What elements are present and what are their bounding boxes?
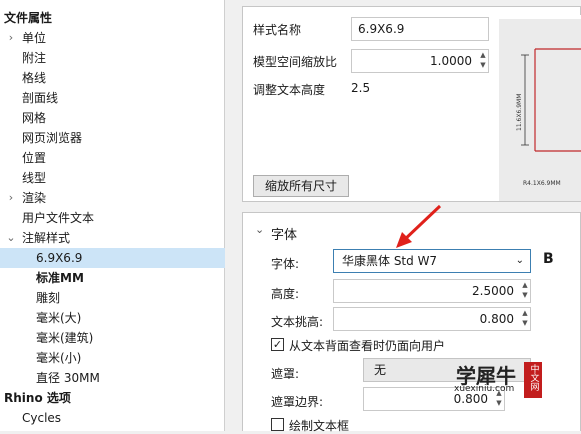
- tree-item-label: 网页浏览器: [22, 131, 83, 145]
- face-user-checkbox[interactable]: ✓: [271, 338, 284, 351]
- tree-item[interactable]: › 单位: [0, 28, 225, 48]
- watermark: 学犀牛 xuexiniu.com 中文网: [450, 360, 578, 400]
- mask-label: 遮罩:: [271, 367, 300, 381]
- tree-item-label: 雕刻: [36, 291, 61, 305]
- options-tree[interactable]: 文件属性 › 单位附注格线剖面线网格网页浏览器位置线型 › 渲染用户文件文本 ⌄ 注解样式 6…: [0, 0, 225, 431]
- model-scale-input[interactable]: 1.0000 ▲ ▼: [351, 49, 489, 73]
- tree-item-label: 毫米(大): [36, 311, 82, 325]
- preview-drawing: 11.6X6.9MM R4.1X6.9MM: [495, 15, 581, 201]
- settings-panel: 样式名称 6.9X6.9 模型空间缩放比 1.0000 ▲ ▼ 调整文本高度 2.…: [232, 0, 581, 433]
- watermark-url: xuexiniu.com: [454, 384, 515, 394]
- tree-item[interactable]: 6.9X6.9: [0, 248, 225, 268]
- tree-item[interactable]: 雕刻: [0, 288, 225, 308]
- tree-item[interactable]: 毫米(建筑): [0, 328, 225, 348]
- font-label: 字体:: [271, 257, 300, 271]
- font-select-value: 华康黑体 Std W7: [342, 254, 438, 268]
- chevron-down-icon: ⌄: [515, 255, 524, 266]
- text-raise-input[interactable]: 0.800 ▲ ▼: [333, 307, 531, 331]
- tree-item-label: 注解样式: [22, 231, 71, 245]
- tree-item[interactable]: 附注: [0, 48, 225, 68]
- tree-item-label: 直径 30MM: [36, 371, 100, 385]
- tree-item-label: Cycles: [22, 411, 62, 425]
- preview-dim-text-1: 11.6X6.9MM: [516, 94, 523, 131]
- tree-item[interactable]: 网格: [0, 108, 225, 128]
- tree-item[interactable]: 格线: [0, 68, 225, 88]
- tree-item-label: 剖面线: [22, 91, 59, 105]
- tree-item[interactable]: 用户文件文本: [0, 208, 225, 228]
- tree-item-label: 标准MM: [36, 271, 84, 285]
- annotation-arrow: [396, 204, 442, 248]
- tree-item-label: 网格: [22, 111, 47, 125]
- height-value: 2.5000: [472, 284, 514, 298]
- tree-item[interactable]: 毫米(小): [0, 348, 225, 368]
- height-label: 高度:: [271, 287, 300, 301]
- tree-item[interactable]: ⌄ 注解样式: [0, 228, 225, 248]
- style-card: 样式名称 6.9X6.9 模型空间缩放比 1.0000 ▲ ▼ 调整文本高度 2.…: [242, 6, 581, 202]
- adjust-text-height-label: 调整文本高度: [253, 83, 326, 97]
- tree-item-label: 文件属性: [4, 11, 53, 25]
- bold-toggle[interactable]: B: [543, 251, 554, 267]
- tree-item-label: 毫米(小): [36, 351, 82, 365]
- tree-item[interactable]: 毫米(大): [0, 308, 225, 328]
- tree-item[interactable]: 网页浏览器: [0, 128, 225, 148]
- tree-item[interactable]: › 渲染: [0, 188, 225, 208]
- tree-item-label: 6.9X6.9: [36, 251, 83, 265]
- style-name-value: 6.9X6.9: [358, 22, 405, 36]
- watermark-badge-text: 中文网: [528, 364, 539, 391]
- watermark-badge: 中文网: [524, 362, 542, 398]
- model-scale-label: 模型空间缩放比: [253, 55, 338, 69]
- tree-item[interactable]: 线型: [0, 168, 225, 188]
- tree-item[interactable]: 文件属性: [0, 8, 225, 28]
- tree-item[interactable]: 标准MM: [0, 268, 225, 288]
- face-user-label: 从文本背面查看时仍面向用户: [289, 339, 446, 353]
- chevron-right-icon[interactable]: ›: [6, 28, 16, 48]
- tree-item[interactable]: 位置: [0, 148, 225, 168]
- adjust-text-height-value: 2.5: [351, 81, 371, 95]
- chevron-down-icon[interactable]: ⌄: [6, 228, 16, 248]
- font-select[interactable]: 华康黑体 Std W7 ⌄: [333, 249, 531, 273]
- tree-item-label: 毫米(建筑): [36, 331, 94, 345]
- height-input[interactable]: 2.5000 ▲ ▼: [333, 279, 531, 303]
- preview-dim-text-2: R4.1X6.9MM: [523, 180, 561, 187]
- chevron-right-icon[interactable]: ›: [6, 188, 16, 208]
- tree-item-label: 用户文件文本: [22, 211, 95, 225]
- tree-item-label: Rhino 选项: [4, 391, 71, 405]
- draw-frame-label: 绘制文本框: [289, 419, 350, 433]
- tree-item[interactable]: Cycles: [0, 408, 225, 428]
- tree-item-label: 位置: [22, 151, 47, 165]
- tree-item-label: 附注: [22, 51, 47, 65]
- height-spinner[interactable]: ▲ ▼: [520, 280, 530, 302]
- tree-item-label: 格线: [22, 71, 47, 85]
- style-name-input[interactable]: 6.9X6.9: [351, 17, 489, 41]
- tree-item[interactable]: 直径 30MM: [0, 368, 225, 388]
- model-scale-value: 1.0000: [430, 54, 472, 68]
- collapse-chevron-icon[interactable]: ⌄: [255, 223, 264, 236]
- text-raise-value: 0.800: [479, 312, 514, 326]
- tree-item-label: 渲染: [22, 191, 47, 205]
- tree-item[interactable]: Rhino 选项: [0, 388, 225, 408]
- mask-margin-label: 遮罩边界:: [271, 395, 324, 409]
- text-raise-spinner[interactable]: ▲ ▼: [520, 308, 530, 330]
- tree-item[interactable]: 剖面线: [0, 88, 225, 108]
- mask-select-value: 无: [374, 363, 387, 377]
- draw-frame-checkbox[interactable]: [271, 418, 284, 431]
- scale-all-dimensions-button[interactable]: 缩放所有尺寸: [253, 175, 349, 197]
- font-section-header: 字体: [271, 228, 298, 243]
- text-raise-label: 文本挑高:: [271, 315, 324, 329]
- style-preview: 11.6X6.9MM R4.1X6.9MM: [495, 15, 581, 201]
- tree-item-label: 线型: [22, 171, 47, 185]
- model-scale-spinner[interactable]: ▲ ▼: [478, 50, 488, 72]
- tree-item-label: 单位: [22, 31, 47, 45]
- style-name-label: 样式名称: [253, 23, 302, 37]
